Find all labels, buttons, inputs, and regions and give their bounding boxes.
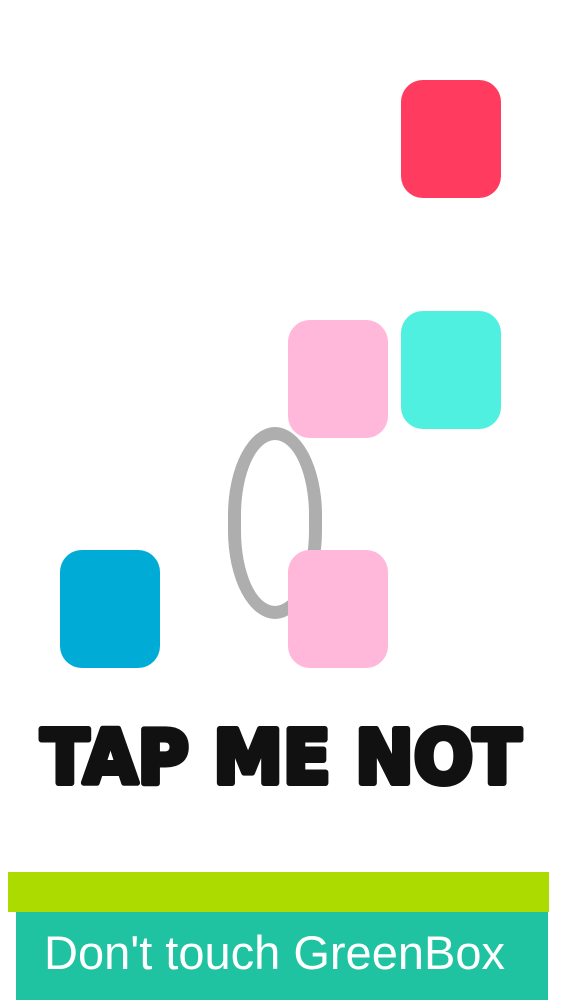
game-title-logo: TAP ME NOT (0, 705, 563, 815)
pink-tile-lower[interactable] (288, 550, 388, 668)
hint-banner-text: Don't touch GreenBox (44, 926, 505, 979)
blue-tile[interactable] (60, 550, 160, 668)
game-title-text: TAP ME NOT (41, 715, 521, 801)
red-tile[interactable] (401, 80, 501, 198)
hint-banner: Don't touch GreenBox (16, 912, 548, 1000)
lime-green-strip[interactable] (8, 872, 549, 912)
game-title-svg: TAP ME NOT (38, 712, 524, 804)
pink-tile-upper[interactable] (288, 320, 388, 438)
cyan-tile[interactable] (401, 311, 501, 429)
